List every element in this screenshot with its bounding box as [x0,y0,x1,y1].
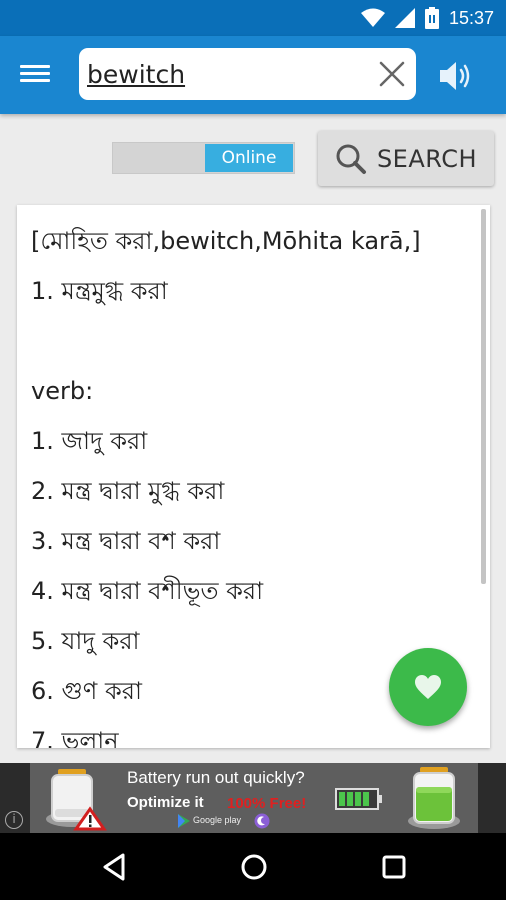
ad-highlight: 100% Free! [227,795,307,812]
online-toggle[interactable]: Online [112,142,295,174]
battery-icon [424,7,439,29]
close-icon[interactable] [378,60,406,88]
result-line: 7. ভুলান [31,727,119,748]
result-line: 1. মন্ত্রমুগ্ধ করা [31,277,168,305]
status-icons: 15:37 [360,0,494,36]
speaker-icon[interactable] [436,58,476,94]
info-icon[interactable]: i [5,811,23,829]
scrollbar[interactable] [481,209,486,584]
clock: 15:37 [448,7,494,28]
result-line: 2. মন্ত্র দ্বারা মুগ্ধ করা [31,477,225,505]
search-button[interactable]: SEARCH [318,131,494,186]
google-play-badge: Google play [193,815,242,825]
search-input[interactable] [87,56,367,92]
part-of-speech-label: verb: [31,377,94,405]
moon-icon [254,813,270,829]
search-button-label: SEARCH [376,144,478,173]
ad-banner: i Battery run out quickly? Optimize it 1… [0,763,506,833]
result-blank-line [31,323,471,373]
search-icon [336,144,366,174]
back-icon[interactable] [97,849,133,885]
ad-content[interactable]: Battery run out quickly? Optimize it 100… [30,763,478,833]
result-header: [মোহিত করা,bewitch,Mōhita karā,] [31,227,421,255]
hamburger-menu-icon[interactable] [20,61,56,89]
battery-level-icon [335,788,382,810]
result-line: 3. মন্ত্র দ্বারা বশ করা [31,527,221,555]
home-icon[interactable] [236,849,272,885]
heart-icon [415,675,441,699]
recents-icon[interactable] [376,849,412,885]
online-toggle-label: Online [205,144,293,172]
ad-title: Battery run out quickly? [127,768,305,787]
result-line: 1. জাদু করা [31,427,148,455]
navigation-bar [0,833,506,900]
search-box [79,48,416,100]
google-play-icon [178,814,190,828]
ad-subtitle: Optimize it [127,794,204,811]
result-line: 4. মন্ত্র দ্বারা বশীভূত করা [31,577,264,605]
favorite-button[interactable] [389,648,467,726]
app-bar [0,36,506,114]
status-bar: 15:37 [0,0,506,36]
signal-icon [394,8,415,28]
wifi-icon [360,8,385,27]
empty-battery-icon [46,769,107,831]
full-battery-icon [408,767,460,829]
